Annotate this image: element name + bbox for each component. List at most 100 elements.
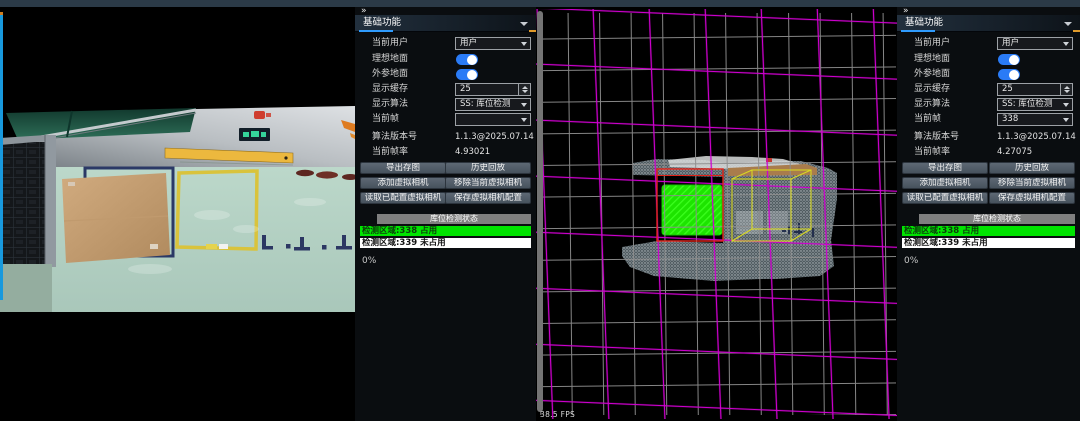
dropdown-arrow-icon	[521, 42, 527, 46]
extrinsic-ground-toggle[interactable]	[998, 69, 1020, 80]
toggle-knob	[1009, 70, 1019, 80]
spinbox-value: 25	[1002, 84, 1013, 94]
ideal-ground-toggle[interactable]	[456, 54, 478, 65]
spin-down-icon	[522, 90, 528, 93]
chevron-down-icon[interactable]	[520, 22, 528, 26]
row-current-frame: 当前帧	[355, 113, 536, 126]
history-playback-button[interactable]: 历史回放	[445, 162, 531, 174]
spinbox-buttons[interactable]	[1060, 84, 1072, 95]
panel-title: 基础功能	[905, 17, 943, 28]
select-value: 用户	[460, 38, 477, 48]
spinbox-value: 25	[460, 84, 471, 94]
current-frame-select[interactable]	[455, 113, 531, 126]
field-label: 当前用户	[372, 37, 408, 50]
row-algorithm-version: 算法版本号 1.1.3@2025.07.14	[355, 131, 536, 144]
spin-down-icon	[1064, 90, 1070, 93]
magenta-grid-vertical	[536, 9, 897, 419]
add-virtual-camera-button[interactable]: 添加虚拟相机	[360, 177, 446, 189]
frame-rate-value: 4.27075	[997, 146, 1032, 159]
row-extrinsic-ground: 外参地面	[355, 68, 536, 81]
dropdown-arrow-icon	[1063, 42, 1069, 46]
slot-status-header: 库位检测状态	[919, 214, 1075, 224]
toggle-knob	[1009, 55, 1019, 65]
history-playback-button[interactable]: 历史回放	[989, 162, 1075, 174]
header-orange-marker	[1073, 30, 1080, 32]
control-panel-left: » 基础功能 当前用户 用户 理想地面 外参地面 显示缓存 25	[355, 7, 536, 421]
dropdown-arrow-icon	[1063, 103, 1069, 107]
field-label: 当前帧	[914, 113, 941, 126]
fps-overlay: 38.5 FPS	[540, 410, 575, 419]
slot-status-row-occupied: 检测区域:338 占用	[360, 226, 531, 236]
select-value: 用户	[1002, 38, 1019, 48]
chevron-down-icon[interactable]	[1064, 22, 1072, 26]
field-label: 理想地面	[914, 53, 950, 66]
display-cache-spinbox[interactable]: 25	[455, 83, 531, 96]
panel-title: 基础功能	[363, 17, 401, 28]
algorithm-version-value: 1.1.3@2025.07.14	[997, 131, 1076, 144]
row-ideal-ground: 理想地面	[355, 53, 536, 66]
control-panel-right: » 基础功能 当前用户 用户 理想地面 外参地面 显示缓存 25	[897, 7, 1080, 421]
row-display-cache: 显示缓存 25	[897, 83, 1080, 96]
pointcloud-canvas	[536, 7, 897, 421]
field-label: 显示算法	[372, 98, 408, 111]
exit-sign	[239, 128, 270, 141]
row-ideal-ground: 理想地面	[897, 53, 1080, 66]
spin-up-icon	[1064, 86, 1070, 89]
export-image-button[interactable]: 导出存图	[902, 162, 988, 174]
row-current-user: 当前用户 用户	[897, 37, 1080, 50]
cardboard-box	[62, 173, 170, 263]
field-label: 显示缓存	[372, 83, 408, 96]
storage-racks	[0, 135, 56, 312]
save-virtual-camera-config-button[interactable]: 保存虚拟相机配置	[445, 192, 531, 204]
field-label: 理想地面	[372, 53, 408, 66]
row-frame-rate: 当前帧率 4.27075	[897, 146, 1080, 159]
field-label: 当前帧率	[372, 146, 408, 159]
camera-view[interactable]	[0, 7, 355, 421]
ideal-ground-toggle[interactable]	[998, 54, 1020, 65]
field-label: 显示算法	[914, 98, 950, 111]
camera-image	[0, 7, 355, 421]
display-algorithm-select[interactable]: SS: 库位检测	[997, 98, 1073, 111]
progress-value: 0%	[904, 256, 918, 266]
pointcloud-viewport[interactable]: 38.5 FPS	[536, 7, 897, 421]
slot-status-header: 库位检测状态	[377, 214, 531, 224]
frame-rate-value: 4.93021	[455, 146, 490, 159]
row-display-algorithm: 显示算法 SS: 库位检测	[355, 98, 536, 111]
window-top-strip	[0, 0, 1080, 7]
row-current-frame: 当前帧 338	[897, 113, 1080, 126]
current-user-select[interactable]: 用户	[455, 37, 531, 50]
row-extrinsic-ground: 外参地面	[897, 68, 1080, 81]
field-label: 外参地面	[914, 68, 950, 81]
extrinsic-ground-toggle[interactable]	[456, 69, 478, 80]
spinbox-buttons[interactable]	[518, 84, 530, 95]
dropdown-arrow-icon	[521, 103, 527, 107]
field-label: 当前帧率	[914, 146, 950, 159]
header-accent	[359, 30, 393, 32]
toggle-knob	[467, 55, 477, 65]
load-virtual-cameras-button[interactable]: 读取已配置虚拟相机	[360, 192, 446, 204]
row-display-cache: 显示缓存 25	[355, 83, 536, 96]
select-value: SS: 库位检测	[460, 99, 510, 109]
remove-virtual-camera-button[interactable]: 移除当前虚拟相机	[445, 177, 531, 189]
row-algorithm-version: 算法版本号 1.1.3@2025.07.14	[897, 131, 1080, 144]
app-window: 38.5 FPS » 基础功能 当前用户 用户 理想地面 外参地面 显示缓存	[0, 0, 1080, 421]
load-virtual-cameras-button[interactable]: 读取已配置虚拟相机	[902, 192, 988, 204]
viewport-scrollbar[interactable]	[537, 11, 543, 412]
save-virtual-camera-config-button[interactable]: 保存虚拟相机配置	[989, 192, 1075, 204]
add-virtual-camera-button[interactable]: 添加虚拟相机	[902, 177, 988, 189]
display-cache-spinbox[interactable]: 25	[997, 83, 1073, 96]
field-label: 算法版本号	[372, 131, 417, 144]
display-algorithm-select[interactable]: SS: 库位检测	[455, 98, 531, 111]
algorithm-version-value: 1.1.3@2025.07.14	[455, 131, 534, 144]
row-current-user: 当前用户 用户	[355, 37, 536, 50]
progress-value: 0%	[362, 256, 376, 266]
current-frame-select[interactable]: 338	[997, 113, 1073, 126]
current-user-select[interactable]: 用户	[997, 37, 1073, 50]
field-label: 外参地面	[372, 68, 408, 81]
header-accent	[901, 30, 935, 32]
remove-virtual-camera-button[interactable]: 移除当前虚拟相机	[989, 177, 1075, 189]
header-orange-marker	[529, 30, 536, 32]
field-label: 算法版本号	[914, 131, 959, 144]
focus-stripe	[0, 15, 3, 300]
export-image-button[interactable]: 导出存图	[360, 162, 446, 174]
